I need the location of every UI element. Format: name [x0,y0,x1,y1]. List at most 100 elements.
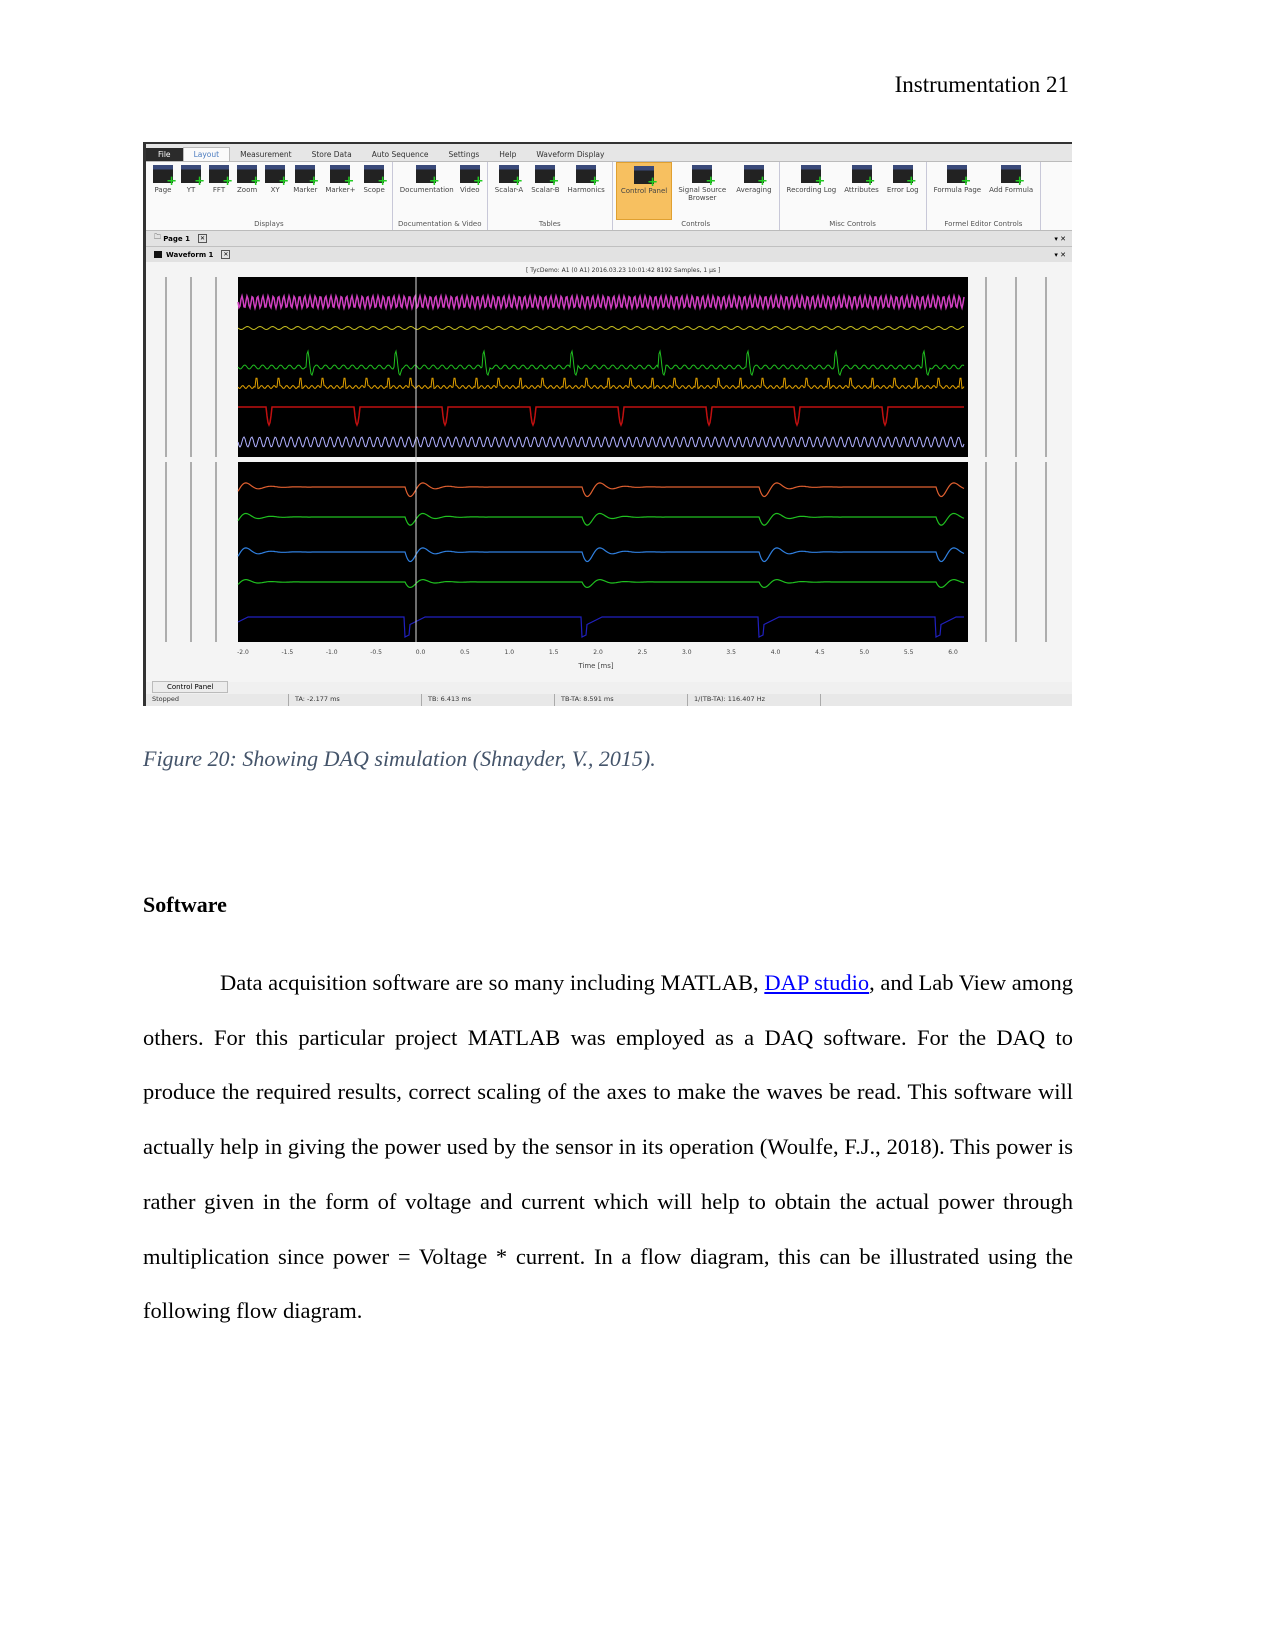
error-log-icon [892,165,917,187]
x-tick-label: -0.5 [370,649,382,656]
x-tick-label: -2.0 [237,649,249,656]
status-field: TB: 6.413 ms [422,694,555,706]
ribbon-group-label: Misc Controls [829,220,876,228]
menu-tab-settings[interactable]: Settings [438,148,489,161]
scope-button[interactable]: Scope [359,162,388,220]
add-formula-icon [1001,165,1025,187]
waveform-display[interactable]: [ TycDemo: A1 (0 A1) 2016.03.23 10:01:42… [146,262,1072,682]
page-icon [153,165,177,187]
scope-icon [364,165,388,187]
close-icon[interactable]: ✕ [197,234,207,243]
formula-page-icon [947,165,971,187]
marker-button[interactable]: Marker [289,162,321,220]
pin-icon[interactable]: ▾ ✕ [1054,235,1066,243]
menu-tab-layout[interactable]: Layout [182,147,231,161]
body-paragraph: Data acquisition software are so many in… [143,956,1073,1339]
attributes-icon [851,165,876,187]
harmonics-button[interactable]: Harmonics [564,162,609,220]
x-tick-label: 1.0 [504,649,514,656]
recording-log-button[interactable]: Recording Log [783,162,841,220]
documentation-button[interactable]: Documentation [396,162,456,220]
scalar-b-icon [535,165,559,187]
x-tick-label: 2.0 [593,649,603,656]
documentation-icon [415,165,440,187]
page-button[interactable]: Page [149,162,177,220]
harmonics-icon [576,165,600,187]
waveform-tab-label: Waveform 1 [166,250,214,259]
ribbon-group: Control PanelSignal Source BrowserAverag… [613,162,780,230]
x-tick-label: 5.0 [859,649,869,656]
fft-icon [209,165,233,187]
averaging-icon [743,165,768,187]
zoom-icon [237,165,261,187]
menu-tab-waveform-display[interactable]: Waveform Display [526,148,614,161]
x-tick-label: 0.0 [416,649,426,656]
averaging-button[interactable]: Averaging [732,162,775,220]
menu-tab-store-data[interactable]: Store Data [302,148,362,161]
waveform-tab[interactable]: Waveform 1 ✕ ▾ ✕ [146,247,1072,263]
x-tick-label: 2.5 [638,649,648,656]
daq-software-screenshot: File Layout Measurement Store Data Auto Sequ… [143,142,1072,706]
plot-info: [ TycDemo: A1 (0 A1) 2016.03.23 10:01:42… [526,267,720,274]
dap-studio-link[interactable]: DAP studio [764,970,869,995]
zoom-button[interactable]: Zoom [233,162,261,220]
running-head: Instrumentation 21 [894,72,1069,97]
menu-tab-measurement[interactable]: Measurement [230,148,302,161]
signal-source-browser-icon [692,165,716,187]
x-tick-label: 3.0 [682,649,692,656]
ribbon-group-label: Tables [538,220,561,228]
scalar-a-button[interactable]: Scalar-A [491,162,527,220]
xy-icon [265,165,289,187]
figure-caption: Figure 20: Showing DAQ simulation (Shnay… [143,746,656,771]
attributes-button[interactable]: Attributes [840,162,883,220]
paragraph-text: Data acquisition software are so many in… [220,970,765,995]
formula-page-button[interactable]: Formula Page [930,162,985,220]
ribbon-group: Recording LogAttributesError Log Misc Con… [780,162,927,230]
menu-tab-auto-sequence[interactable]: Auto Sequence [362,148,439,161]
ribbon-group-label: Displays [254,220,284,228]
pin-icon[interactable]: ▾ ✕ [1054,251,1066,259]
x-tick-label: 0.5 [460,649,470,656]
scalar-b-button[interactable]: Scalar-B [527,162,563,220]
yt-button[interactable]: YT [177,162,205,220]
section-heading: Software [143,892,227,917]
signal-source-browser-button[interactable]: Signal Source Browser [672,162,732,220]
folder-icon: 🗀 [154,233,164,241]
video-button[interactable]: Video [456,162,484,220]
page-tab[interactable]: 🗀 Page 1 ✕ ▾ ✕ [146,231,1072,247]
video-icon [459,165,484,187]
status-field: 1/(TB-TA): 116.407 Hz [688,694,821,706]
x-tick-label: -1.5 [282,649,294,656]
x-axis-label: Time [ms] [577,662,614,670]
recording-log-icon [801,165,825,187]
ribbon-group-label: Documentation & Video [398,220,482,228]
x-tick-label: 3.5 [726,649,736,656]
status-bar: Stopped TA: -2.177 ms TB: 6.413 ms TB-TA: 8… [146,694,1072,706]
control-panel-tab[interactable]: Control Panel [152,681,229,693]
x-tick-label: 1.5 [549,649,559,656]
menu-tab-file[interactable]: File [146,148,183,161]
ribbon-group: Scalar-AScalar-BHarmonicsTables [488,162,613,230]
waveform-svg[interactable]: [ TycDemo: A1 (0 A1) 2016.03.23 10:01:42… [146,262,1072,682]
marker-icon [295,165,319,187]
ribbon: PageYTFFTZoomXYMarkerMarker+Scope Display… [146,162,1072,231]
page-tab-label: Page 1 [163,234,190,243]
control-panel-button[interactable]: Control Panel [615,162,673,220]
menu-tab-help[interactable]: Help [489,148,526,161]
close-icon[interactable]: ✕ [221,250,231,259]
error-log-button[interactable]: Error Log [883,162,923,220]
waveform-icon [154,251,162,258]
x-tick-label: 4.0 [771,649,781,656]
ribbon-group-label: Controls [681,220,711,228]
document-page: Instrumentation 21 File Layout Measurement… [0,0,1275,1651]
marker--button[interactable]: Marker+ [321,162,359,220]
add-formula-button[interactable]: Add Formula [985,162,1037,220]
fft-button[interactable]: FFT [205,162,233,220]
paragraph-text: , and Lab View among others. For this pa… [143,970,1073,1324]
menu-tabs: File Layout Measurement Store Data Auto Sequ… [146,144,1072,162]
x-tick-label: 5.5 [904,649,914,656]
x-tick-label: -1.0 [326,649,338,656]
x-tick-label: 4.5 [815,649,825,656]
xy-button[interactable]: XY [261,162,289,220]
ribbon-group-label: Formel Editor Controls [944,220,1023,228]
